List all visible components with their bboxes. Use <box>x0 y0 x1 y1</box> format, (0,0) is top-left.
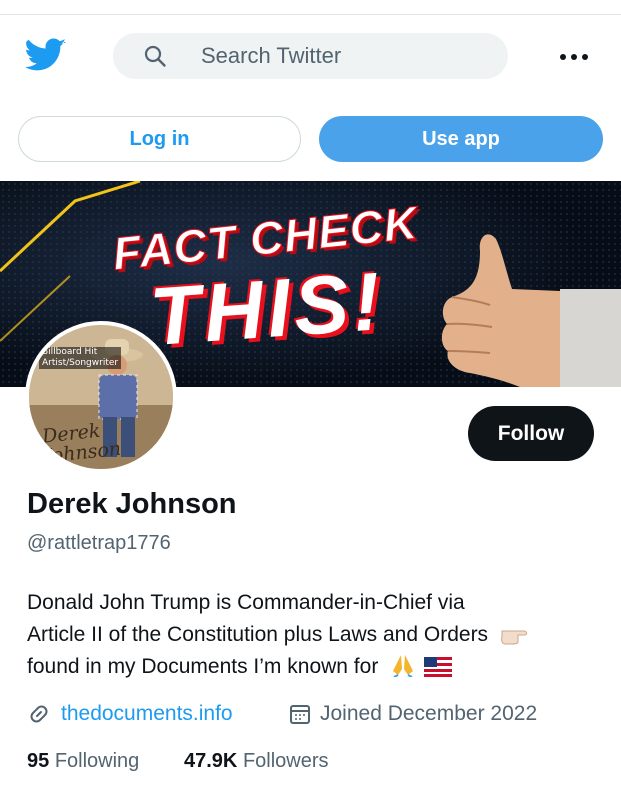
follow-button[interactable]: Follow <box>468 406 594 461</box>
website-link[interactable]: thedocuments.info <box>27 699 233 729</box>
profile-handle: @rattletrap1776 <box>27 532 171 554</box>
bio-line: found in my Documents I’m known for <box>27 651 607 683</box>
use-app-button[interactable]: Use app <box>319 116 603 162</box>
pointing-hand-emoji-icon <box>501 630 528 645</box>
bio-line: Donald John Trump is Commander-in-Chief … <box>27 591 465 614</box>
profile-bio: Donald John Trump is Commander-in-Chief … <box>27 587 607 683</box>
banner-text-line2: THIS! <box>147 255 387 364</box>
profile-name: Derek Johnson <box>27 488 237 520</box>
profile-counts: 95 Following 47.9K Followers <box>27 750 607 778</box>
search-input[interactable]: Search Twitter <box>201 44 341 68</box>
followers-link[interactable]: 47.9K Followers <box>184 750 329 773</box>
top-header: Search Twitter <box>0 28 621 88</box>
avatar-signature: Derek Johnson <box>41 419 123 468</box>
link-icon <box>30 705 48 723</box>
joined-date: Joined December 2022 <box>288 699 537 729</box>
following-link[interactable]: 95 Following <box>27 750 139 773</box>
avatar[interactable]: Billboard Hit Artist/Songwriter Derek Jo… <box>25 321 177 473</box>
twitter-bird-icon[interactable] <box>26 38 66 72</box>
login-button[interactable]: Log in <box>18 116 301 162</box>
search-icon <box>144 45 166 67</box>
avatar-badge: Billboard Hit Artist/Songwriter <box>39 347 122 369</box>
profile-meta: thedocuments.info Joined December 2022 <box>27 699 607 729</box>
folded-hands-emoji-icon <box>393 655 414 677</box>
us-flag-emoji-icon <box>424 657 452 677</box>
calendar-icon <box>290 705 310 724</box>
more-dots-icon[interactable] <box>559 53 589 61</box>
search-bar[interactable]: Search Twitter <box>113 33 508 79</box>
bio-line: Article II of the Constitution plus Laws… <box>27 619 607 651</box>
top-divider <box>0 14 621 15</box>
